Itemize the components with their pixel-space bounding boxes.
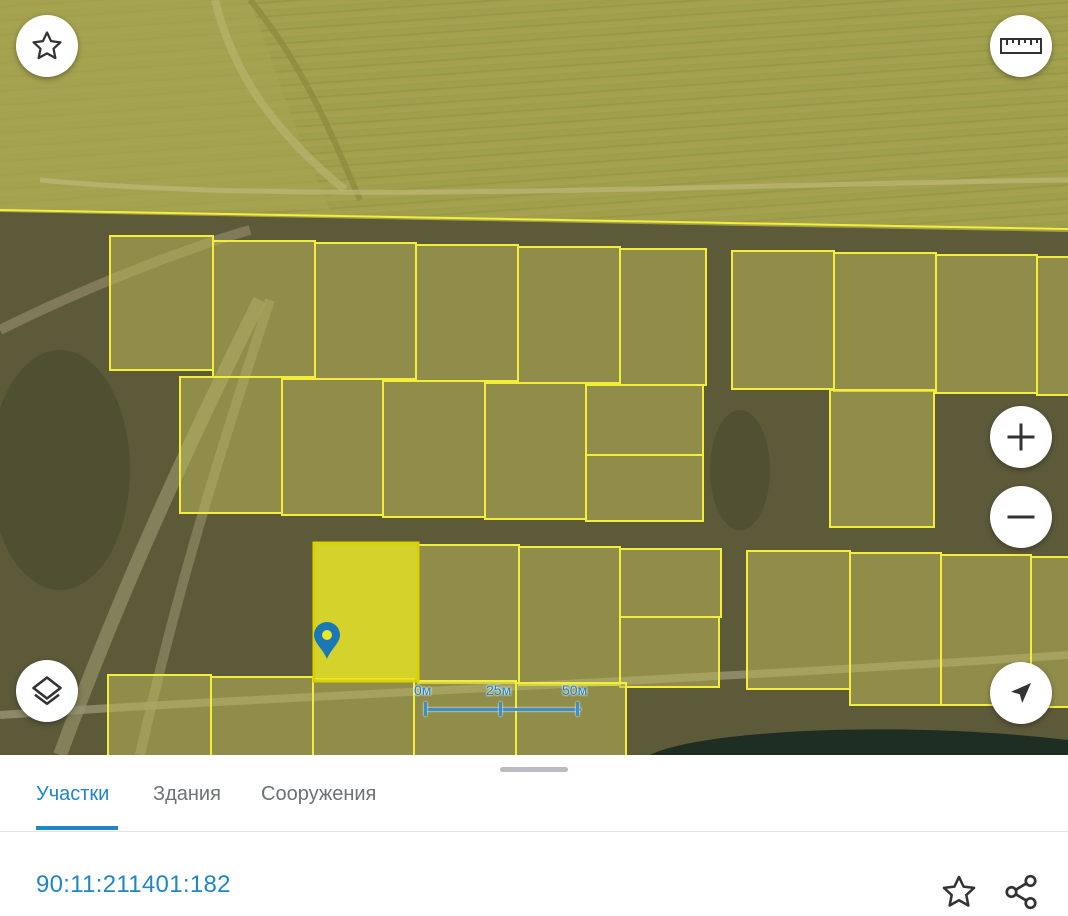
tab-structures[interactable]: Сооружения [261,783,376,820]
scale-label-50: 50м [562,682,588,698]
zoom-out-button[interactable] [990,486,1052,548]
zoom-in-button[interactable] [990,406,1052,468]
layers-icon [32,676,62,706]
layers-button[interactable] [16,660,78,722]
ruler-button[interactable] [990,15,1052,77]
my-location-button[interactable] [990,662,1052,724]
cadastral-number[interactable]: 90:11:211401:182 [36,871,231,899]
share-icon [1005,874,1037,910]
ruler-icon [1000,38,1042,54]
satellite-imagery [0,0,1068,755]
favorite-map-button[interactable] [16,15,78,77]
scale-label-0: 0м [414,682,432,698]
scale-tick [424,702,427,716]
share-button[interactable] [1002,873,1042,913]
drag-handle[interactable] [500,767,568,772]
object-type-tabs: Участки Здания Сооружения [0,775,1068,832]
navigation-arrow-icon [1011,683,1031,703]
scale-label-25: 25м [486,682,512,698]
star-icon [32,31,62,60]
active-tab-indicator [36,826,118,830]
plus-icon [1007,423,1035,451]
bottom-sheet: Участки Здания Сооружения 90:11:211401:1… [0,755,1068,910]
map-scale: 0м 25м 50м [414,682,594,722]
selected-parcel [312,541,420,683]
scale-bar [425,708,581,711]
map-view[interactable]: 0м 25м 50м [0,0,1068,755]
scale-tick [499,702,502,716]
minus-icon [1007,515,1035,519]
tab-buildings[interactable]: Здания [153,783,221,820]
scale-tick [576,702,579,716]
tab-parcels[interactable]: Участки [36,783,109,820]
star-icon [942,875,976,907]
favorite-button[interactable] [940,873,980,913]
